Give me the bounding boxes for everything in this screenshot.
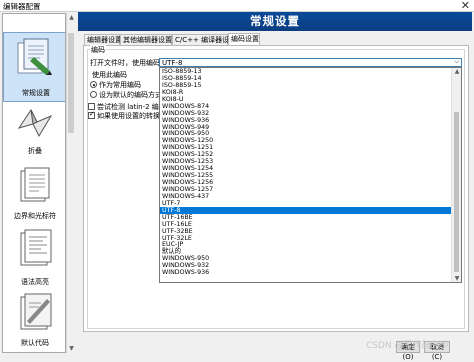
- sidebar-item-label: 边界和光标符: [14, 212, 56, 220]
- encoding-select[interactable]: UTF-8 ⌵: [159, 58, 462, 67]
- sidebar-item-general[interactable]: 常规设置: [3, 32, 65, 102]
- scrollbar-thumb[interactable]: [454, 112, 459, 272]
- radio-common-encoding-label: 作为常用编码: [99, 81, 141, 89]
- dropdown-option[interactable]: UTF-7: [160, 200, 452, 207]
- dropdown-option[interactable]: WINDOWS-1250: [160, 137, 452, 144]
- dropdown-option[interactable]: EUC-JP: [160, 241, 452, 248]
- checkbox-convert-fallback-label: 如果使用设置的转换失: [97, 112, 167, 120]
- settings-page-icon: [16, 37, 54, 79]
- sidebar-item-label: 语法高亮: [21, 278, 49, 286]
- dropdown-option[interactable]: UTF-32LE: [160, 235, 452, 242]
- dropdown-option[interactable]: WINDOWS-1257: [160, 186, 452, 193]
- scroll-down-icon[interactable]: ▼: [452, 275, 461, 282]
- encoding-select-value: UTF-8: [162, 59, 183, 67]
- sidebar-item-label: 折叠: [28, 147, 42, 155]
- section-title: 常规设置: [250, 14, 300, 28]
- sidebar-scrollbar[interactable]: ▲ ▼: [66, 13, 75, 353]
- dropdown-option[interactable]: WINDOWS-1254: [160, 165, 452, 172]
- scroll-down-icon[interactable]: ▼: [67, 345, 76, 352]
- section-banner: 常规设置: [78, 12, 472, 31]
- sidebar-item-folding[interactable]: 折叠: [3, 102, 65, 162]
- dropdown-option[interactable]: WINDOWS-932: [160, 110, 452, 117]
- dropdown-option[interactable]: ISO-8859-14: [160, 75, 452, 82]
- use-this-encoding-label: 使用此编码: [92, 71, 127, 79]
- encoding-group-title: 编码: [90, 45, 106, 55]
- dropdown-option[interactable]: WINDOWS-936: [160, 269, 452, 276]
- sidebar-item-label: 常规设置: [22, 89, 50, 97]
- checkbox-convert-fallback[interactable]: [88, 110, 95, 119]
- default-code-icon: [17, 293, 53, 335]
- dropdown-option[interactable]: WINDOWS-1252: [160, 151, 452, 158]
- syntax-highlight-icon: [17, 229, 53, 269]
- sidebar-item-label: 默认代码: [21, 339, 49, 347]
- scrollbar-thumb[interactable]: [68, 33, 74, 133]
- dropdown-option[interactable]: WINDOWS-1255: [160, 172, 452, 179]
- dropdown-option[interactable]: WINDOWS-1253: [160, 158, 452, 165]
- tab-encoding-settings[interactable]: 编码设置: [228, 33, 260, 45]
- watermark: CSDN @写代码的小: [366, 341, 449, 351]
- settings-sidebar: 常规设置 折叠 边界和光标符 语法高亮 默认代码: [2, 13, 66, 353]
- dropdown-option[interactable]: WINDOWS-1251: [160, 144, 452, 151]
- sidebar-item-margins[interactable]: 边界和光标符: [3, 164, 65, 224]
- folding-icon: [17, 106, 53, 142]
- radio-common-encoding[interactable]: [90, 81, 97, 88]
- dropdown-option[interactable]: WINDOWS-932: [160, 262, 452, 269]
- dropdown-option[interactable]: UTF-16LE: [160, 221, 452, 228]
- sidebar-item-default-code[interactable]: 默认代码: [3, 290, 65, 352]
- dropdown-option[interactable]: UTF-8: [160, 206, 452, 214]
- encoding-dropdown-list[interactable]: ISO-8859-13 ISO-8859-14 ISO-8859-15 KOI8-R K…: [159, 67, 462, 283]
- dropdown-option[interactable]: UTF-16BE: [160, 214, 452, 221]
- dropdown-option[interactable]: WINDOWS-874: [160, 103, 452, 110]
- scroll-up-icon[interactable]: ▲: [67, 14, 76, 21]
- dropdown-option[interactable]: KOI8-R: [160, 89, 452, 96]
- tab-other-editor-settings[interactable]: 其他编辑器设置: [120, 34, 172, 45]
- sidebar-item-syntax[interactable]: 语法高亮: [3, 226, 65, 288]
- dropdown-option[interactable]: 默认的: [160, 248, 452, 255]
- dropdown-option[interactable]: ISO-8859-15: [160, 82, 452, 89]
- window-titlebar: 编辑器配置 ✕: [0, 0, 474, 12]
- dropdown-option[interactable]: WINDOWS-437: [160, 193, 452, 200]
- dropdown-option[interactable]: ISO-8859-13: [160, 68, 452, 75]
- chevron-down-icon[interactable]: ⌵: [454, 58, 459, 66]
- dropdown-scrollbar[interactable]: ▲ ▼: [451, 68, 461, 282]
- dropdown-option[interactable]: WINDOWS-936: [160, 117, 452, 124]
- window-title: 编辑器配置: [3, 2, 41, 11]
- dropdown-options: ISO-8859-13 ISO-8859-14 ISO-8859-15 KOI8-R K…: [160, 68, 452, 276]
- radio-default-encoding[interactable]: [90, 91, 97, 98]
- dropdown-option[interactable]: WINDOWS-950: [160, 255, 452, 262]
- dropdown-option[interactable]: WINDOWS-949: [160, 124, 452, 131]
- dropdown-option[interactable]: WINDOWS-950: [160, 130, 452, 137]
- scroll-up-icon[interactable]: ▲: [452, 68, 461, 75]
- tab-compiler-settings[interactable]: C/C++ 编译器设置: [172, 34, 236, 45]
- open-file-encoding-label: 打开文件时，使用编码：: [90, 59, 167, 67]
- dropdown-option[interactable]: UTF-32BE: [160, 228, 452, 235]
- dropdown-option[interactable]: KOI8-U: [160, 96, 452, 103]
- dropdown-option[interactable]: WINDOWS-1256: [160, 179, 452, 186]
- checkbox-detect-latin2[interactable]: [88, 103, 95, 110]
- close-icon[interactable]: ✕: [461, 0, 470, 12]
- margins-icon: [17, 167, 53, 205]
- tab-editor-settings[interactable]: 编辑器设置: [84, 34, 122, 45]
